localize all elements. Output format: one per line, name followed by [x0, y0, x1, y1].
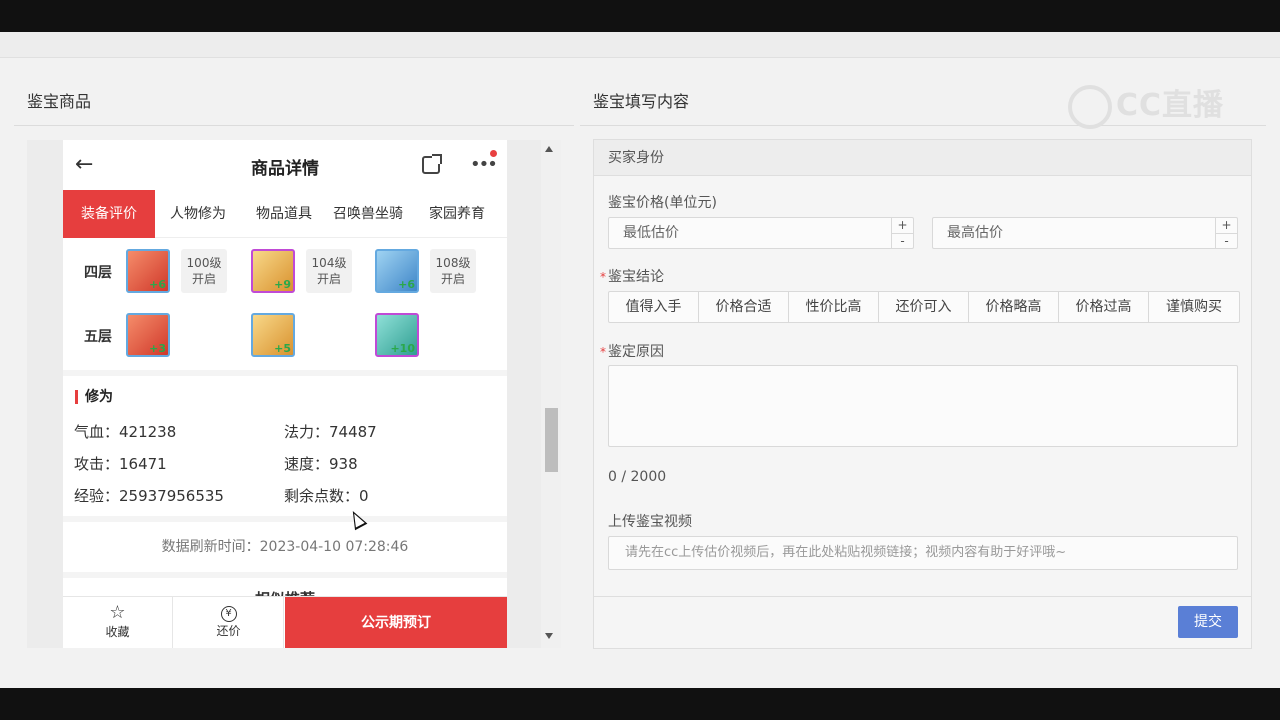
left-section-title: 鉴宝商品	[27, 92, 92, 111]
locked-slot: 108级 开启	[430, 249, 476, 293]
conclusion-option[interactable]: 价格略高	[969, 292, 1059, 322]
cultivation-title: 修为	[75, 390, 113, 404]
stat-exp: 经验：25937956535	[74, 487, 224, 505]
left-divider	[14, 125, 574, 126]
phone-preview: ← 商品详情 ••• 装备评价 人物修为 物品道具 召唤兽坐骑 家园养育 四层 …	[27, 140, 561, 648]
locked-slot: 104级 开启	[306, 249, 352, 293]
stat-points: 剩余点数：0	[284, 487, 369, 505]
decrement-button[interactable]: -	[1216, 233, 1237, 248]
conclusion-option[interactable]: 还价可入	[879, 292, 969, 322]
conclusion-option[interactable]: 价格过高	[1059, 292, 1149, 322]
phone-screen: ← 商品详情 ••• 装备评价 人物修为 物品道具 召唤兽坐骑 家园养育 四层 …	[63, 140, 507, 648]
conclusion-option[interactable]: 谨慎购买	[1149, 292, 1239, 322]
equipment-item[interactable]: +6	[375, 249, 419, 293]
buyer-identity-header: 买家身份	[594, 140, 1251, 176]
scroll-thumb[interactable]	[545, 408, 558, 472]
share-icon[interactable]	[422, 154, 442, 174]
video-label: 上传鉴宝视频	[608, 514, 692, 530]
video-link-input[interactable]: 请先在cc上传估价视频后，再在此处粘贴视频链接；视频内容有助于好评哦~	[608, 536, 1238, 570]
conclusion-option[interactable]: 价格合适	[699, 292, 789, 322]
refresh-time: 数据刷新时间：2023-04-10 07:28:46	[63, 522, 507, 572]
bottom-black-bar	[0, 688, 1280, 720]
tab-character[interactable]: 人物修为	[155, 190, 241, 238]
conclusion-options: 值得入手 价格合适 性价比高 还价可入 价格略高 价格过高 谨慎购买	[608, 291, 1240, 323]
scroll-down-icon[interactable]	[545, 633, 553, 639]
cultivation-panel: 修为 气血：421238 法力：74487 攻击：16471 速度：938 经验…	[63, 376, 507, 516]
phone-bottom-bar: ☆ 收藏 ¥ 还价 公示期预订	[63, 596, 507, 648]
top-strip	[0, 32, 1280, 58]
min-price-input[interactable]: 最低估价 + -	[608, 217, 914, 249]
locked-slot: 100级 开启	[181, 249, 227, 293]
right-section-title: 鉴宝填写内容	[593, 92, 690, 111]
reason-label: * 鉴定原因	[600, 344, 664, 360]
submit-button[interactable]: 提交	[1178, 606, 1238, 638]
favorite-button[interactable]: ☆ 收藏	[63, 597, 173, 648]
phone-header: ← 商品详情 •••	[63, 140, 507, 190]
notification-dot	[490, 150, 497, 157]
stat-speed: 速度：938	[284, 455, 358, 473]
form-footer-divider	[594, 596, 1251, 597]
page: 鉴宝商品 鉴宝填写内容 CC直播 ← 商品详情 ••• 装备评价 人物修为 物品…	[0, 32, 1280, 688]
conclusion-option[interactable]: 值得入手	[609, 292, 699, 322]
max-price-input[interactable]: 最高估价 + -	[932, 217, 1238, 249]
equipment-layers: 四层 +6 100级 开启 +9 104级 开启 +6 108级 开启 五层 +3 +…	[63, 238, 507, 370]
layer-label: 四层	[84, 265, 112, 281]
decrement-button[interactable]: -	[892, 233, 913, 248]
layer-label: 五层	[84, 329, 112, 345]
more-icon[interactable]: •••	[470, 154, 498, 175]
tab-items[interactable]: 物品道具	[241, 190, 327, 238]
equipment-item[interactable]: +9	[251, 249, 295, 293]
counter-offer-button[interactable]: ¥ 还价	[174, 597, 284, 648]
equipment-item[interactable]: +5	[251, 313, 295, 357]
stat-mp: 法力：74487	[284, 423, 377, 441]
star-icon: ☆	[109, 602, 126, 623]
min-price-stepper: + -	[891, 218, 913, 248]
yen-coin-icon: ¥	[220, 606, 237, 622]
phone-scrollbar[interactable]	[541, 140, 561, 648]
equipment-item[interactable]: +10	[375, 313, 419, 357]
equipment-item[interactable]: +3	[126, 313, 170, 357]
watermark-logo: CC直播	[1068, 80, 1224, 129]
top-black-bar	[0, 0, 1280, 32]
conclusion-label: * 鉴宝结论	[600, 269, 664, 285]
char-counter: 0 / 2000	[608, 469, 667, 485]
conclusion-option[interactable]: 性价比高	[789, 292, 879, 322]
increment-button[interactable]: +	[1216, 218, 1237, 233]
price-label: 鉴宝价格(单位元)	[608, 195, 717, 211]
phone-tabs: 装备评价 人物修为 物品道具 召唤兽坐骑 家园养育	[63, 190, 507, 238]
equipment-item[interactable]: +6	[126, 249, 170, 293]
reason-textarea[interactable]	[608, 365, 1238, 447]
stat-attack: 攻击：16471	[74, 455, 167, 473]
tab-home[interactable]: 家园养育	[411, 190, 503, 238]
appraisal-form: 买家身份 鉴宝价格(单位元) 最低估价 + - 最高估价 + - * 鉴宝结论 值…	[593, 139, 1252, 649]
reserve-button[interactable]: 公示期预订	[285, 597, 507, 648]
max-price-stepper: + -	[1215, 218, 1237, 248]
scroll-up-icon[interactable]	[545, 146, 553, 152]
tab-pets[interactable]: 召唤兽坐骑	[325, 190, 411, 238]
stat-hp: 气血：421238	[74, 423, 177, 441]
tab-equipment[interactable]: 装备评价	[63, 190, 155, 238]
increment-button[interactable]: +	[892, 218, 913, 233]
